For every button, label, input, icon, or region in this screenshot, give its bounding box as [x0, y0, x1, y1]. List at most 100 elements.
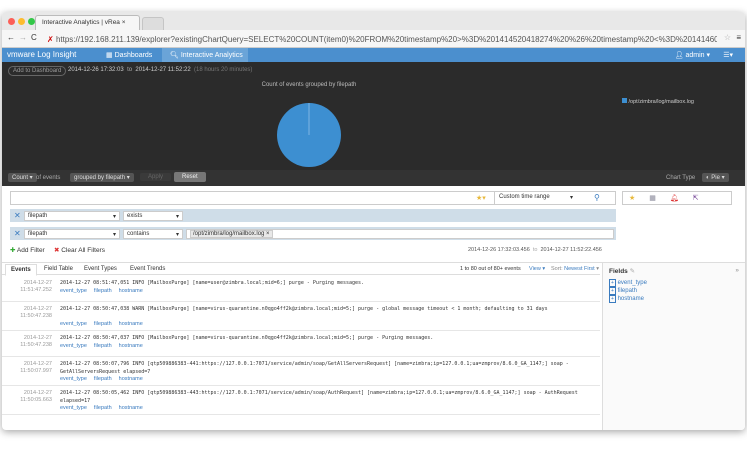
duration: (18 hours 20 minutes) — [194, 67, 253, 73]
sort-menu[interactable]: Sort: Newest First ▾ — [551, 266, 599, 272]
field-link[interactable]: hostname — [119, 343, 143, 349]
field-link[interactable]: event_type — [60, 321, 87, 327]
export-icon[interactable]: ⇱ — [693, 195, 699, 202]
nav-dashboards[interactable]: ▦ Dashboards — [106, 51, 152, 59]
field-link[interactable]: event_type — [60, 405, 87, 411]
event-field-links: event_type filepath hostname — [60, 376, 150, 382]
clear-filters-button[interactable]: ✖ Clear All Filters — [54, 246, 105, 254]
event-row[interactable]: 2014-12-27 11:51:47.252 2014-12-27 08:51:… — [2, 276, 600, 302]
tab-event-types[interactable]: Event Types — [84, 266, 117, 272]
group-by-select[interactable]: grouped by filepath ▾ — [70, 173, 134, 182]
nav-interactive-analytics[interactable]: 🔍︎ Interactive Analytics — [162, 48, 248, 62]
field-item[interactable]: + hostname — [603, 295, 745, 303]
collapse-icon[interactable]: » — [735, 267, 739, 274]
field-link[interactable]: filepath — [94, 376, 112, 382]
event-timestamp: 2014-12-27 11:50:47.238 — [20, 335, 52, 348]
chart-type-label: Chart Type — [666, 175, 696, 181]
field-link[interactable]: event_type — [60, 343, 87, 349]
aggregation-select[interactable]: Count ▾ — [8, 173, 37, 182]
filter-field-select[interactable]: filepath ▾ — [24, 211, 120, 221]
filter-panel: ★▾ Custom time range ▾ ⚲ ★ ▦ 🔔︎ ⇱ ✕ filep… — [2, 186, 745, 262]
alert-bell-icon[interactable]: 🔔︎ — [670, 195, 679, 202]
favorite-star-icon[interactable]: ★▾ — [476, 194, 486, 202]
browser-tab[interactable]: Interactive Analytics | vRea × — [35, 15, 140, 30]
add-filter-button[interactable]: ✚ Add Filter — [10, 246, 45, 254]
group-by-label: grouped by filepath — [74, 175, 126, 181]
filter-value-input[interactable]: /opt/zimbra/log/mailbox.log × — [186, 229, 614, 239]
minimize-window-button[interactable] — [18, 18, 25, 25]
time-range-display: 2014-12-26 17:32:03 to 2014-12-27 11:52:… — [68, 67, 252, 73]
bookmark-star-icon[interactable]: ☆ — [724, 33, 731, 42]
field-link[interactable]: filepath — [94, 343, 112, 349]
event-field-links: event_type filepath hostname — [60, 343, 150, 349]
menu-icon[interactable]: ≡ — [736, 33, 741, 42]
expand-field-icon[interactable]: + — [609, 279, 616, 287]
browser-window: Interactive Analytics | vRea × ← → C ✗ h… — [2, 12, 745, 430]
filter-operator-select[interactable]: exists ▾ — [123, 211, 183, 221]
field-link[interactable]: hostname — [119, 321, 143, 327]
tab-events[interactable]: Events — [5, 264, 37, 276]
event-message: 2014-12-27 08:51:47,051 INFO [MailboxPur… — [60, 280, 365, 286]
remove-filter-icon[interactable]: ✕ — [14, 211, 21, 220]
event-row[interactable]: 2014-12-27 11:50:47.238 2014-12-27 08:50:… — [2, 331, 600, 357]
field-link[interactable]: hostname — [119, 405, 143, 411]
new-tab-button[interactable] — [142, 17, 164, 30]
expand-field-icon[interactable]: + — [609, 295, 616, 303]
field-link[interactable]: hostname — [119, 376, 143, 382]
filter-field: filepath — [28, 231, 48, 237]
remove-filter-icon[interactable]: ✕ — [14, 229, 21, 238]
field-link[interactable]: event_type — [60, 376, 87, 382]
user-menu[interactable]: 👤︎ admin ▾ — [675, 51, 710, 59]
event-field-links: event_type filepath hostname — [60, 288, 150, 294]
field-link[interactable]: filepath — [94, 405, 112, 411]
field-link[interactable]: hostname — [119, 288, 143, 294]
add-favorite-icon[interactable]: ★ — [629, 195, 635, 202]
legend-label: /opt/zimbra/log/mailbox.log — [628, 99, 694, 105]
field-link[interactable]: event_type — [60, 288, 87, 294]
filter-op: exists — [127, 213, 143, 219]
reset-button[interactable]: Reset — [174, 172, 206, 182]
add-to-dashboard-icon[interactable]: ▦ — [649, 195, 656, 202]
fields-title: Fields — [609, 268, 628, 275]
apply-button[interactable]: Apply — [140, 173, 172, 181]
event-message: 2014-12-27 08:50:47,038 WARN [MailboxPur… — [60, 306, 548, 312]
forward-icon[interactable]: → — [19, 33, 27, 42]
event-row[interactable]: 2014-12-27 11:50:05.663 2014-12-27 08:50:… — [2, 386, 600, 415]
range-from: 2014-12-26 17:32:03.456 — [468, 247, 530, 253]
time-range-select[interactable]: Custom time range ▾ — [494, 192, 577, 204]
address-bar-row: ← → C ✗ https://192.168.211.139/explorer… — [2, 30, 745, 48]
field-link[interactable]: filepath — [94, 288, 112, 294]
time-to: 2014-12-27 11:52:22 — [135, 67, 191, 73]
field-link[interactable]: filepath — [94, 321, 112, 327]
tab-event-trends[interactable]: Event Trends — [130, 266, 165, 272]
event-row[interactable]: 2014-12-27 11:50:47.238 2014-12-27 08:50:… — [2, 302, 600, 331]
back-icon[interactable]: ← — [7, 33, 15, 42]
view-menu[interactable]: View ▾ — [529, 266, 545, 272]
edit-pencil-icon[interactable]: ✎ — [630, 268, 635, 275]
chart-controls: Count ▾ of events grouped by filepath ▾ … — [2, 170, 745, 186]
filter-row: ✕ filepath ▾ exists ▾ — [10, 209, 616, 222]
add-to-dashboard-button[interactable]: Add to Dashboard — [8, 66, 67, 76]
event-row[interactable]: 2014-12-27 11:50:07.997 2014-12-27 08:50:… — [2, 357, 600, 386]
filter-operator-select[interactable]: contains ▾ — [123, 229, 183, 239]
search-icon[interactable]: ⚲ — [594, 193, 600, 202]
maximize-window-button[interactable] — [28, 18, 35, 25]
filter-field-select[interactable]: filepath ▾ — [24, 229, 120, 239]
expand-field-icon[interactable]: + — [609, 287, 616, 295]
hamburger-menu-icon[interactable]: ☰▾ — [723, 51, 733, 59]
field-item[interactable]: + event_type — [603, 279, 745, 287]
legend-swatch — [622, 98, 627, 103]
url-field[interactable]: ✗ https://192.168.211.139/explorer?exist… — [44, 33, 717, 46]
legend-item[interactable]: /opt/zimbra/log/mailbox.log — [622, 98, 694, 105]
tab-field-table[interactable]: Field Table — [44, 266, 73, 272]
field-name: filepath — [617, 288, 637, 294]
insecure-icon: ✗ — [47, 35, 56, 44]
reload-icon[interactable]: C — [31, 33, 37, 42]
results-count: 1 to 80 out of 80+ events — [460, 266, 521, 272]
event-field-links: event_type filepath hostname — [60, 321, 150, 327]
chart-type-select[interactable]: ◐ Pie ▾ — [702, 173, 729, 182]
event-timestamp: 2014-12-27 11:50:07.997 — [20, 361, 52, 374]
dashboards-label: Dashboards — [114, 52, 153, 59]
close-window-button[interactable] — [8, 18, 15, 25]
field-item[interactable]: + filepath — [603, 287, 745, 295]
